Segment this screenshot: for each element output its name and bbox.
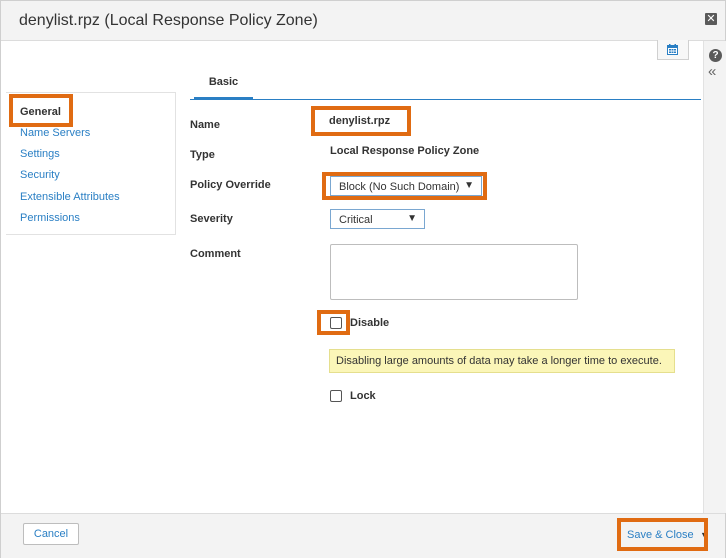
comment-textarea[interactable] — [330, 244, 578, 300]
name-label: Name — [190, 119, 220, 131]
lock-label: Lock — [350, 390, 376, 402]
disable-label: Disable — [350, 317, 390, 329]
close-icon[interactable]: ✕ — [705, 13, 717, 25]
tab-active-indicator — [194, 97, 253, 100]
policy-override-value: Block (No Such Domain) — [339, 181, 460, 193]
right-panel-strip: ? « — [703, 41, 726, 513]
sidebar-item-general[interactable]: General — [20, 106, 61, 118]
policy-override-select[interactable]: Block (No Such Domain) ▼ — [330, 176, 482, 196]
chevron-down-icon: ▼ — [407, 213, 417, 224]
type-value: Local Response Policy Zone — [330, 145, 480, 157]
tab-basic[interactable]: Basic — [194, 76, 253, 88]
dialog-titlebar: denylist.rpz (Local Response Policy Zone… — [1, 1, 725, 41]
help-icon[interactable]: ? — [709, 49, 722, 62]
collapse-double-chevron-left-icon[interactable]: « — [708, 63, 716, 80]
severity-label: Severity — [190, 213, 233, 225]
type-label: Type — [190, 149, 215, 161]
comment-label: Comment — [190, 248, 241, 260]
cancel-button[interactable]: Cancel — [23, 523, 79, 545]
dialog-title: denylist.rpz (Local Response Policy Zone… — [19, 12, 318, 29]
sidebar-item-permissions[interactable]: Permissions — [20, 212, 80, 224]
warning-message: Disabling large amounts of data may take… — [329, 349, 675, 373]
sidebar-item-name-servers[interactable]: Name Servers — [20, 127, 90, 139]
sidebar-item-extensible-attributes[interactable]: Extensible Attributes — [20, 191, 120, 203]
dialog: denylist.rpz (Local Response Policy Zone… — [0, 0, 726, 558]
calendar-icon — [667, 44, 678, 55]
policy-override-label: Policy Override — [190, 179, 271, 191]
caret-down-icon[interactable]: ▼ — [700, 524, 709, 546]
sidebar-item-settings[interactable]: Settings — [20, 148, 60, 160]
calendar-button[interactable] — [657, 40, 689, 60]
name-value: denylist.rpz — [329, 115, 391, 127]
severity-select[interactable]: Critical ▼ — [330, 209, 425, 229]
severity-value: Critical — [339, 214, 373, 226]
lock-checkbox[interactable] — [330, 390, 342, 402]
warning-text: Disabling large amounts of data may take… — [336, 355, 662, 367]
dialog-footer: Cancel Save & Close ▼ — [1, 513, 725, 558]
disable-checkbox[interactable] — [330, 317, 342, 329]
chevron-down-icon: ▼ — [464, 180, 474, 191]
save-close-button[interactable]: Save & Close ▼ — [621, 524, 709, 546]
tab-divider — [190, 99, 701, 100]
sidebar-item-security[interactable]: Security — [20, 169, 60, 181]
save-close-label: Save & Close — [627, 529, 694, 541]
